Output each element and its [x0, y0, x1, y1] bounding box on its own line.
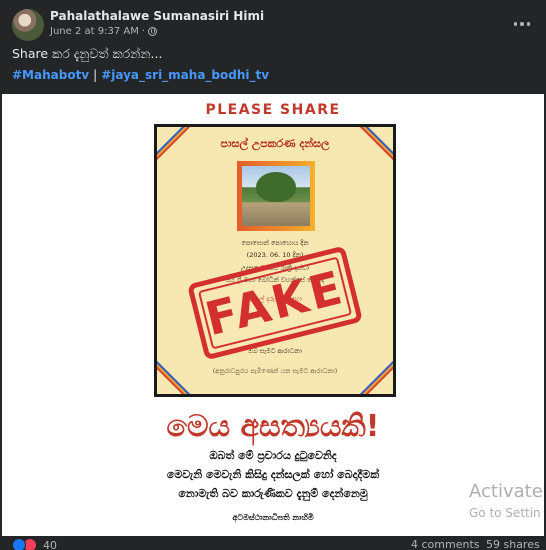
poster-line: පොසොන් පොහොය දින — [241, 239, 309, 247]
corner-flag-stripe — [353, 357, 393, 394]
poster-footer: (අනුරාධපුරය පැමිණෙන් යන සැමට ආරාධනා) — [212, 367, 338, 375]
hashtag-link[interactable]: #Mahabotv — [12, 68, 89, 82]
notice-line: නොමැති බව කාරුණිකව දැනුම් දෙන්නෙමු — [178, 487, 368, 500]
notice-line: මෙවැනි මෙවැනි කිසිදු දන්සලක් හෝ බෙදාදීමක… — [166, 468, 380, 481]
more-options-button[interactable] — [509, 14, 535, 34]
comments-count-link[interactable]: 4 comments — [411, 538, 480, 550]
dansala-poster: පාසල් උපකරණ දන්සල පොසොන් පොහොය දින (2023… — [154, 124, 396, 397]
author-avatar[interactable] — [12, 9, 44, 41]
author-name[interactable]: Pahalathalawe Sumanasiri Himi — [50, 9, 264, 23]
globe-icon — [148, 27, 158, 36]
activation-watermark-subtitle: Go to Settin — [469, 506, 541, 520]
dot-icon — [526, 22, 531, 26]
reactions-summary[interactable]: 40 — [12, 538, 57, 550]
activation-watermark-title: Activate — [469, 481, 543, 502]
hashtag-link[interactable]: #jaya_sri_maha_bodhi_tv — [101, 68, 269, 82]
dot-icon — [520, 22, 524, 26]
reaction-count: 40 — [43, 538, 57, 550]
like-icon — [12, 538, 26, 550]
notice-line: ඔබත් මේ ප්‍රචාරය දුටුවෙනිද — [209, 449, 337, 462]
corner-flag-stripe — [157, 357, 197, 394]
poster-line: ඔබ සැමට ආරාධනා — [248, 347, 302, 355]
bodhi-tree-photo — [242, 166, 310, 226]
tree-icon — [256, 172, 296, 202]
dot-icon — [513, 22, 518, 26]
shares-count-link[interactable]: 59 shares — [486, 538, 540, 550]
post-timestamp[interactable]: June 2 at 9:37 AM — [50, 26, 139, 37]
false-claim-headline: මෙය අසත්‍යයකි! — [166, 409, 380, 444]
post-image[interactable]: PLEASE SHARE පාසල් උපකරණ දන්සල පොසොන් පො… — [2, 94, 544, 536]
post-footer: 40 4 comments 59 shares — [0, 536, 546, 550]
signature: අටමස්ථානාධිපති නාහිමි — [232, 513, 314, 522]
meta-separator: · — [141, 26, 146, 37]
poster-title: පාසල් උපකරණ දන්සල — [220, 137, 330, 150]
please-share-banner: PLEASE SHARE — [205, 102, 341, 118]
post-meta: June 2 at 9:37 AM · — [50, 26, 158, 37]
hashtag-separator: | — [93, 68, 98, 82]
poster-line: (2023. 06. 10 දින) — [246, 251, 304, 259]
hashtag-row: #Mahabotv | #jaya_sri_maha_bodhi_tv — [12, 68, 269, 82]
post-text: Share කර දැනුවත් කරන්න... — [12, 46, 163, 61]
bodhi-photo-frame — [237, 161, 315, 231]
post-header: Pahalathalawe Sumanasiri Himi June 2 at … — [0, 0, 546, 42]
